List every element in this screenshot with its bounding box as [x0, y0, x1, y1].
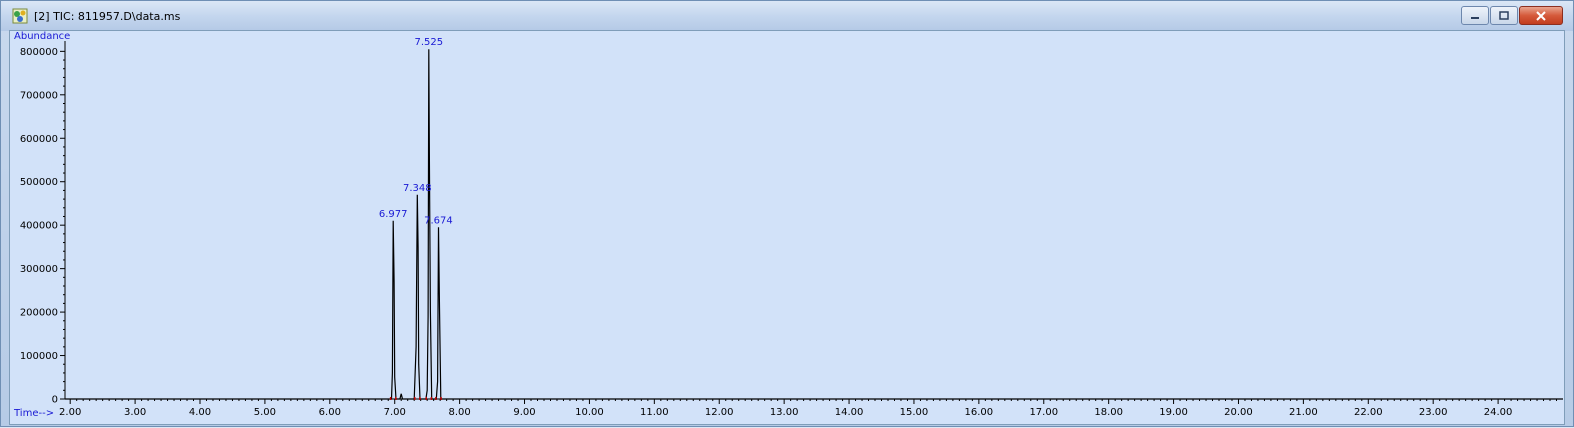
x-tick-label: 13.00	[770, 407, 799, 418]
y-tick-label: 400000	[20, 221, 58, 232]
peak-label: 7.674	[424, 215, 453, 226]
x-tick-label: 2.00	[59, 407, 81, 418]
peak-label: 7.348	[403, 183, 432, 194]
x-tick-label: 23.00	[1419, 407, 1448, 418]
minimize-button[interactable]	[1461, 6, 1489, 25]
close-button[interactable]	[1519, 6, 1563, 25]
x-tick-label: 24.00	[1484, 407, 1513, 418]
x-tick-label: 16.00	[965, 407, 994, 418]
y-tick-label: 300000	[20, 264, 58, 275]
peak-label: 7.525	[414, 37, 443, 48]
y-tick-label: 100000	[20, 351, 58, 362]
y-axis-label: Abundance	[14, 31, 70, 42]
chart-plot-area[interactable]: Abundance Time--> 0 100000 200000 300000 400…	[9, 30, 1565, 425]
y-tick-label: 0	[52, 395, 58, 406]
x-tick-label: 18.00	[1094, 407, 1123, 418]
maximize-button[interactable]	[1490, 6, 1518, 25]
tic-trace	[65, 49, 1563, 400]
x-tick-label: 22.00	[1354, 407, 1383, 418]
x-tick-label: 9.00	[513, 407, 535, 418]
x-tick-label: 6.00	[319, 407, 341, 418]
x-tick-label: 15.00	[900, 407, 929, 418]
x-tick-label: 4.00	[189, 407, 211, 418]
y-tick-label: 200000	[20, 308, 58, 319]
chromatogram-window: [2] TIC: 811957.D\data.ms Abundance Time…	[0, 0, 1574, 427]
chromatogram-chart: Abundance Time--> 0 100000 200000 300000 400…	[13, 31, 1563, 419]
y-tick-label: 500000	[20, 177, 58, 188]
peak-label: 6.977	[379, 209, 408, 220]
x-tick-label: 21.00	[1289, 407, 1318, 418]
x-tick-label: 8.00	[448, 407, 470, 418]
window-title: [2] TIC: 811957.D\data.ms	[34, 10, 181, 23]
title-bar[interactable]: [2] TIC: 811957.D\data.ms	[1, 1, 1573, 31]
minimize-icon	[1471, 16, 1479, 19]
close-icon	[1536, 10, 1546, 21]
x-tick-label: 17.00	[1029, 407, 1058, 418]
x-tick-label: 7.00	[384, 407, 406, 418]
x-tick-label: 5.00	[254, 407, 276, 418]
x-tick-label: 19.00	[1159, 407, 1188, 418]
x-tick-label: 20.00	[1224, 407, 1253, 418]
chromatogram-app-icon	[12, 8, 28, 24]
x-tick-label: 11.00	[640, 407, 669, 418]
x-tick-label: 12.00	[705, 407, 734, 418]
x-tick-label: 10.00	[575, 407, 604, 418]
x-tick-label: 3.00	[124, 407, 146, 418]
y-tick-label: 600000	[20, 134, 58, 145]
x-tick-label: 14.00	[835, 407, 864, 418]
x-axis-label: Time-->	[13, 408, 54, 419]
window-controls	[1460, 6, 1563, 25]
maximize-icon	[1499, 11, 1509, 20]
y-tick-label: 700000	[20, 90, 58, 101]
y-tick-label: 800000	[20, 47, 58, 58]
